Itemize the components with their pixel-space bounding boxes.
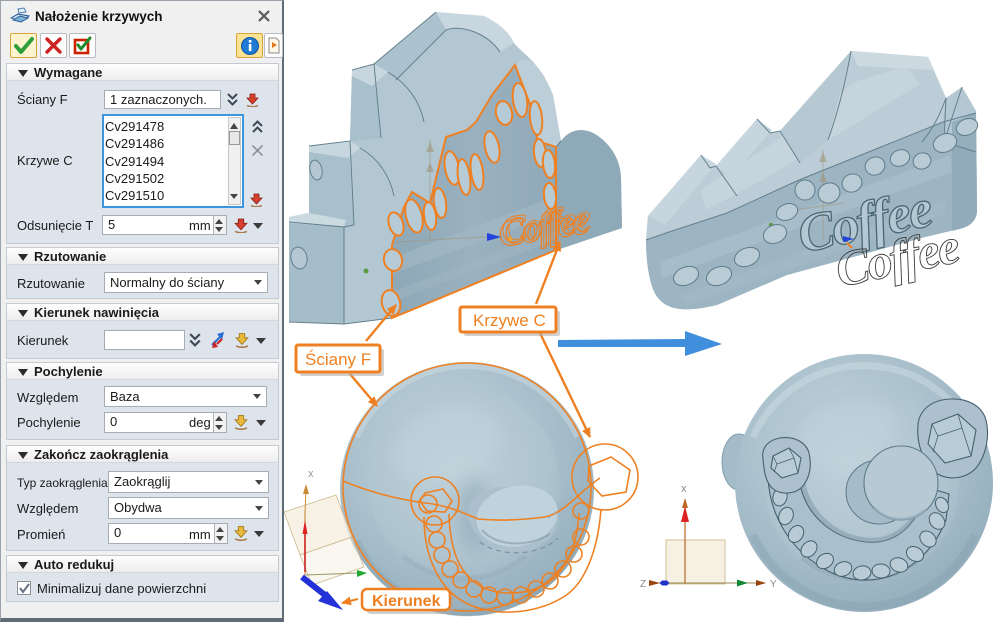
svg-text:x: x: [308, 468, 314, 480]
svg-text:Krzywe C: Krzywe C: [473, 311, 546, 330]
svg-text:Kierunek: Kierunek: [372, 593, 441, 610]
svg-text:x: x: [681, 483, 687, 495]
svg-text:Z: Z: [640, 579, 646, 590]
svg-text:Ściany F: Ściany F: [305, 350, 371, 369]
svg-text:Y: Y: [770, 579, 777, 590]
